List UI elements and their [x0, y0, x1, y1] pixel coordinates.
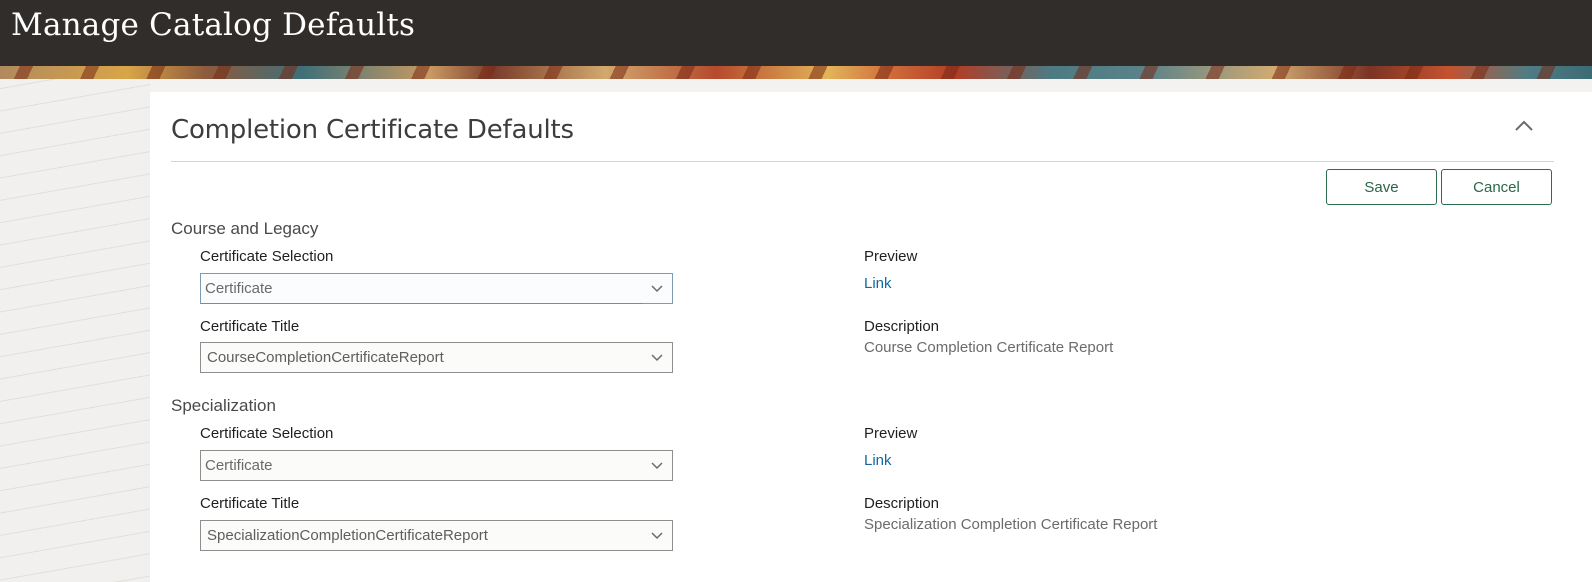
certificate-title-value: CourseCompletionCertificateReport — [207, 349, 444, 366]
certificate-selection-dropdown[interactable]: Certificate — [200, 450, 673, 481]
preview-link[interactable]: Link — [864, 275, 892, 292]
certificate-selection-value: Certificate — [205, 457, 273, 474]
certificate-title-value: SpecializationCompletionCertificateRepor… — [207, 527, 488, 544]
chevron-down-icon[interactable] — [642, 521, 672, 550]
app-header: Manage Catalog Defaults — [0, 0, 1592, 66]
certificate-title-dropdown[interactable]: SpecializationCompletionCertificateRepor… — [200, 520, 673, 551]
preview-link[interactable]: Link — [864, 452, 892, 469]
certificate-selection-value: Certificate — [205, 280, 273, 297]
chevron-up-icon[interactable] — [1512, 116, 1536, 136]
title-divider — [171, 161, 1554, 162]
cancel-button-label: Cancel — [1473, 178, 1520, 196]
panel-title: Completion Certificate Defaults — [171, 115, 574, 145]
description-label: Description — [864, 318, 940, 335]
preview-label: Preview — [864, 248, 918, 265]
save-button[interactable]: Save — [1326, 169, 1437, 205]
certificate-title-dropdown[interactable]: CourseCompletionCertificateReport — [200, 342, 673, 373]
certificate-selection-dropdown[interactable]: Certificate — [200, 273, 673, 304]
decorative-banner — [0, 66, 1592, 79]
preview-label: Preview — [864, 425, 918, 442]
certificate-selection-label: Certificate Selection — [200, 425, 334, 442]
section-title-course-and-legacy: Course and Legacy — [171, 219, 319, 238]
description-value: Course Completion Certificate Report — [864, 339, 1114, 356]
certificate-title-label: Certificate Title — [200, 318, 300, 335]
chevron-down-icon[interactable] — [642, 274, 672, 303]
chevron-down-icon[interactable] — [642, 343, 672, 372]
certificate-defaults-panel: Completion Certificate Defaults Save Can… — [150, 92, 1592, 582]
chevron-down-icon[interactable] — [642, 451, 672, 480]
focus-underline — [201, 303, 643, 304]
certificate-title-label: Certificate Title — [200, 495, 300, 512]
description-value: Specialization Completion Certificate Re… — [864, 516, 1158, 533]
page-background — [0, 79, 150, 582]
cancel-button[interactable]: Cancel — [1441, 169, 1552, 205]
certificate-selection-label: Certificate Selection — [200, 248, 334, 265]
description-label: Description — [864, 495, 940, 512]
page-title: Manage Catalog Defaults — [11, 7, 416, 43]
section-title-specialization: Specialization — [171, 396, 276, 415]
